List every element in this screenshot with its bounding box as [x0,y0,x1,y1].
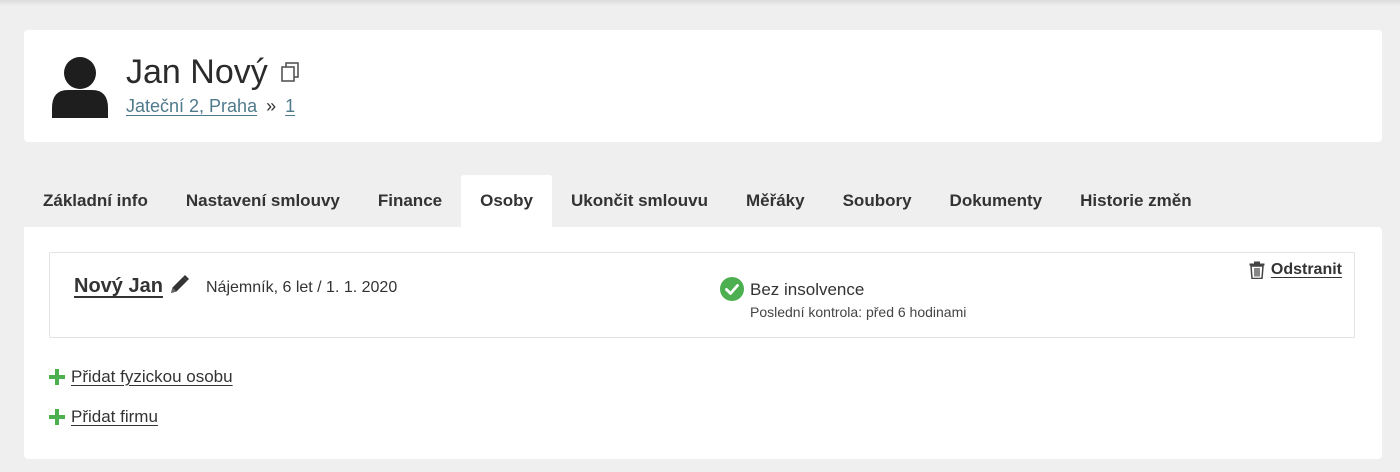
check-circle-icon [720,277,744,301]
add-company-label: Přidat firmu [71,407,158,426]
person-name-link[interactable]: Nový Jan [74,275,163,298]
remove-button[interactable]: Odstranit [1249,261,1342,279]
breadcrumb-separator: » [266,96,277,116]
header-card: Jan Nový Jateční 2, Praha » 1 [24,30,1382,142]
breadcrumb: Jateční 2, Praha » 1 [126,94,295,118]
add-company-link[interactable]: Přidat firmu [49,407,158,427]
plus-icon [49,369,65,385]
top-bar-shadow [0,0,1400,6]
copy-icon[interactable] [280,61,300,83]
remove-label: Odstranit [1270,261,1342,278]
tab-osoby[interactable]: Osoby [461,175,553,227]
tab-soubory[interactable]: Soubory [824,175,931,227]
person-card: Nový Jan Nájemník, 6 let / 1. 1. 2020 Be… [49,252,1355,338]
content-card: Nový Jan Nájemník, 6 let / 1. 1. 2020 Be… [24,227,1382,459]
page-title: Jan Nový [126,52,300,92]
person-name-title: Jan Nový [126,53,268,91]
last-check-text: Poslední kontrola: před 6 hodinami [750,304,967,320]
tab-bar: Základní info Nastavení smlouvy Finance … [24,175,1211,227]
tab-historie-zmen[interactable]: Historie změn [1061,175,1210,227]
trash-icon [1249,261,1265,279]
tab-meraky[interactable]: Měřáky [727,175,824,227]
user-silhouette-icon [52,57,108,118]
plus-icon [49,409,65,425]
tab-nastaveni-smlouvy[interactable]: Nastavení smlouvy [167,175,359,227]
breadcrumb-unit-link[interactable]: 1 [285,94,295,118]
tab-finance[interactable]: Finance [359,175,461,227]
breadcrumb-address-link[interactable]: Jateční 2, Praha [126,94,257,118]
pencil-icon[interactable] [168,274,190,296]
add-person-label: Přidat fyzickou osobu [71,367,233,386]
tab-ukoncit-smlouvu[interactable]: Ukončit smlouvu [552,175,727,227]
tab-dokumenty[interactable]: Dokumenty [931,175,1062,227]
add-person-link[interactable]: Přidat fyzickou osobu [49,367,233,387]
tab-zakladni-info[interactable]: Základní info [24,175,167,227]
person-role: Nájemník, 6 let / 1. 1. 2020 [206,279,398,296]
insolvence-status: Bez insolvence [750,280,865,299]
